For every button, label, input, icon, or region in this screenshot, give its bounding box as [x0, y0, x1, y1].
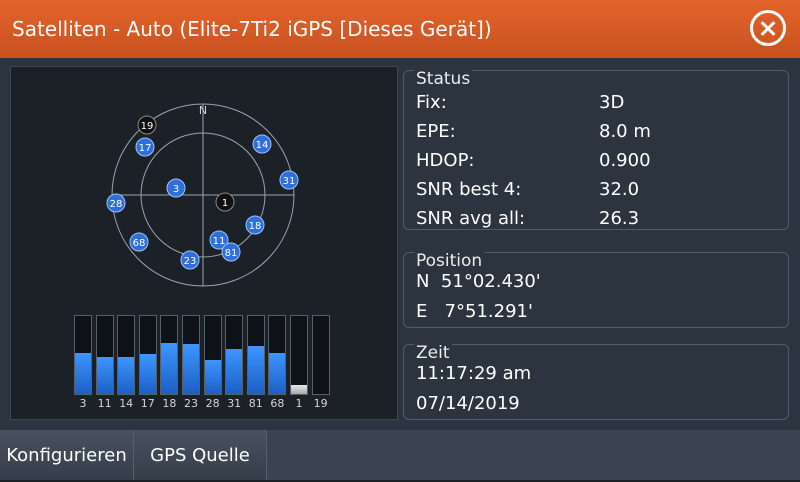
satellite-prn-label: 1	[222, 198, 228, 209]
epe-value: 8.0 m	[599, 121, 651, 142]
fix-value: 3D	[599, 92, 625, 113]
signal-bar-3	[74, 315, 92, 395]
sky-view: N 1917 143131281868 118123	[106, 103, 299, 287]
date: 07/14/2019	[416, 393, 520, 414]
satellite-prn-label: 3	[173, 184, 179, 195]
window-title: Satelliten - Auto (Elite-7Ti2 iGPS [Dies…	[12, 17, 492, 41]
satellite-prn-label: 28	[110, 199, 123, 210]
signal-bar-fill	[204, 359, 221, 394]
longitude: E 7°51.291'	[416, 301, 533, 322]
satellite-prn-label: 17	[139, 143, 152, 154]
time-title: Zeit	[414, 343, 452, 363]
latitude: N 51°02.430'	[416, 271, 541, 292]
signal-bar-18	[160, 315, 179, 395]
satellite-prn-label: 81	[225, 248, 238, 259]
satellite-68: 68	[129, 232, 149, 252]
signal-bar-fill	[75, 353, 91, 394]
satellite-panel: N 19 17 14 31 3 1 28 18 68 11 81 23 3 11 14 17 18 23 28 31…	[10, 66, 398, 420]
position-title: Position	[414, 251, 485, 271]
snr-best-label: SNR best 4:	[416, 179, 522, 200]
signal-bar-fill	[247, 346, 264, 394]
hdop-label: HDOP:	[416, 150, 475, 171]
title-bar: Satelliten - Auto (Elite-7Ti2 iGPS [Dies…	[0, 0, 800, 58]
snr-avg-label: SNR avg all:	[416, 208, 526, 229]
signal-bar-1	[290, 315, 308, 395]
status-group: Status Fix: 3D EPE: 8.0 m HDOP: 0.900 SN…	[403, 69, 789, 230]
signal-bar-fill	[161, 342, 178, 394]
satellite-prn-label: 18	[249, 221, 262, 232]
signal-bar-81	[246, 315, 265, 395]
satellite-23: 23	[180, 250, 200, 270]
status-title: Status	[414, 69, 473, 89]
satellite-1: 1	[215, 192, 235, 212]
hdop-value: 0.900	[599, 150, 651, 171]
snr-avg-value: 26.3	[599, 208, 640, 229]
fix-label: Fix:	[416, 92, 447, 113]
signal-bar-fill	[96, 356, 113, 394]
signal-bar-fill	[226, 348, 243, 394]
position-group: Position N 51°02.430' E 7°51.291'	[403, 251, 789, 328]
signal-bar-label: 19	[313, 397, 328, 410]
signal-bar-fill	[291, 384, 307, 394]
satellite-prn-label: 31	[283, 176, 296, 187]
satellite-19: 19	[137, 115, 157, 135]
satellite-14: 14	[252, 134, 272, 154]
close-button[interactable]	[750, 10, 786, 46]
satellite-prn-label: 68	[133, 238, 146, 249]
snr-best-value: 32.0	[599, 179, 640, 200]
satellite-17: 17	[135, 137, 155, 157]
signal-bar-fill	[269, 353, 286, 394]
satellites-content: N 19 17 14 31 3 1 28 18 68 11 81 23 3 11 14 17 18 23 28 31…	[0, 58, 800, 430]
satellite-prn-label: 19	[141, 121, 154, 132]
signal-bar-fill	[183, 344, 199, 394]
satellite-81: 81	[221, 242, 241, 262]
satellite-prn-label: 23	[184, 256, 197, 267]
north-label: N	[199, 104, 207, 117]
clock: 11:17:29 am	[416, 363, 532, 384]
satellite-prn-label: 11	[213, 236, 226, 247]
signal-bar-31	[225, 315, 244, 395]
satellite-28: 28	[106, 193, 126, 213]
signal-bar-68	[268, 315, 287, 395]
configure-button[interactable]: Konfigurieren	[0, 430, 134, 480]
signal-bar-14	[117, 315, 136, 395]
signal-bar-23	[182, 315, 200, 395]
satellite-prn-label: 14	[256, 140, 269, 151]
gps-source-button[interactable]: GPS Quelle	[134, 430, 267, 480]
signal-bar-17	[138, 315, 157, 395]
satellite-3: 3	[166, 178, 186, 198]
bottom-bar: Konfigurieren GPS Quelle	[0, 430, 800, 480]
signal-bar-11	[95, 315, 114, 395]
signal-bar-fill	[139, 354, 156, 394]
epe-label: EPE:	[416, 121, 456, 142]
signal-bar-fill	[118, 356, 135, 394]
time-group: Zeit 11:17:29 am 07/14/2019	[403, 343, 789, 420]
signal-bar-19	[311, 315, 330, 395]
signal-bar-28	[203, 315, 222, 395]
satellite-31: 31	[279, 170, 299, 190]
satellite-18: 18	[245, 215, 265, 235]
